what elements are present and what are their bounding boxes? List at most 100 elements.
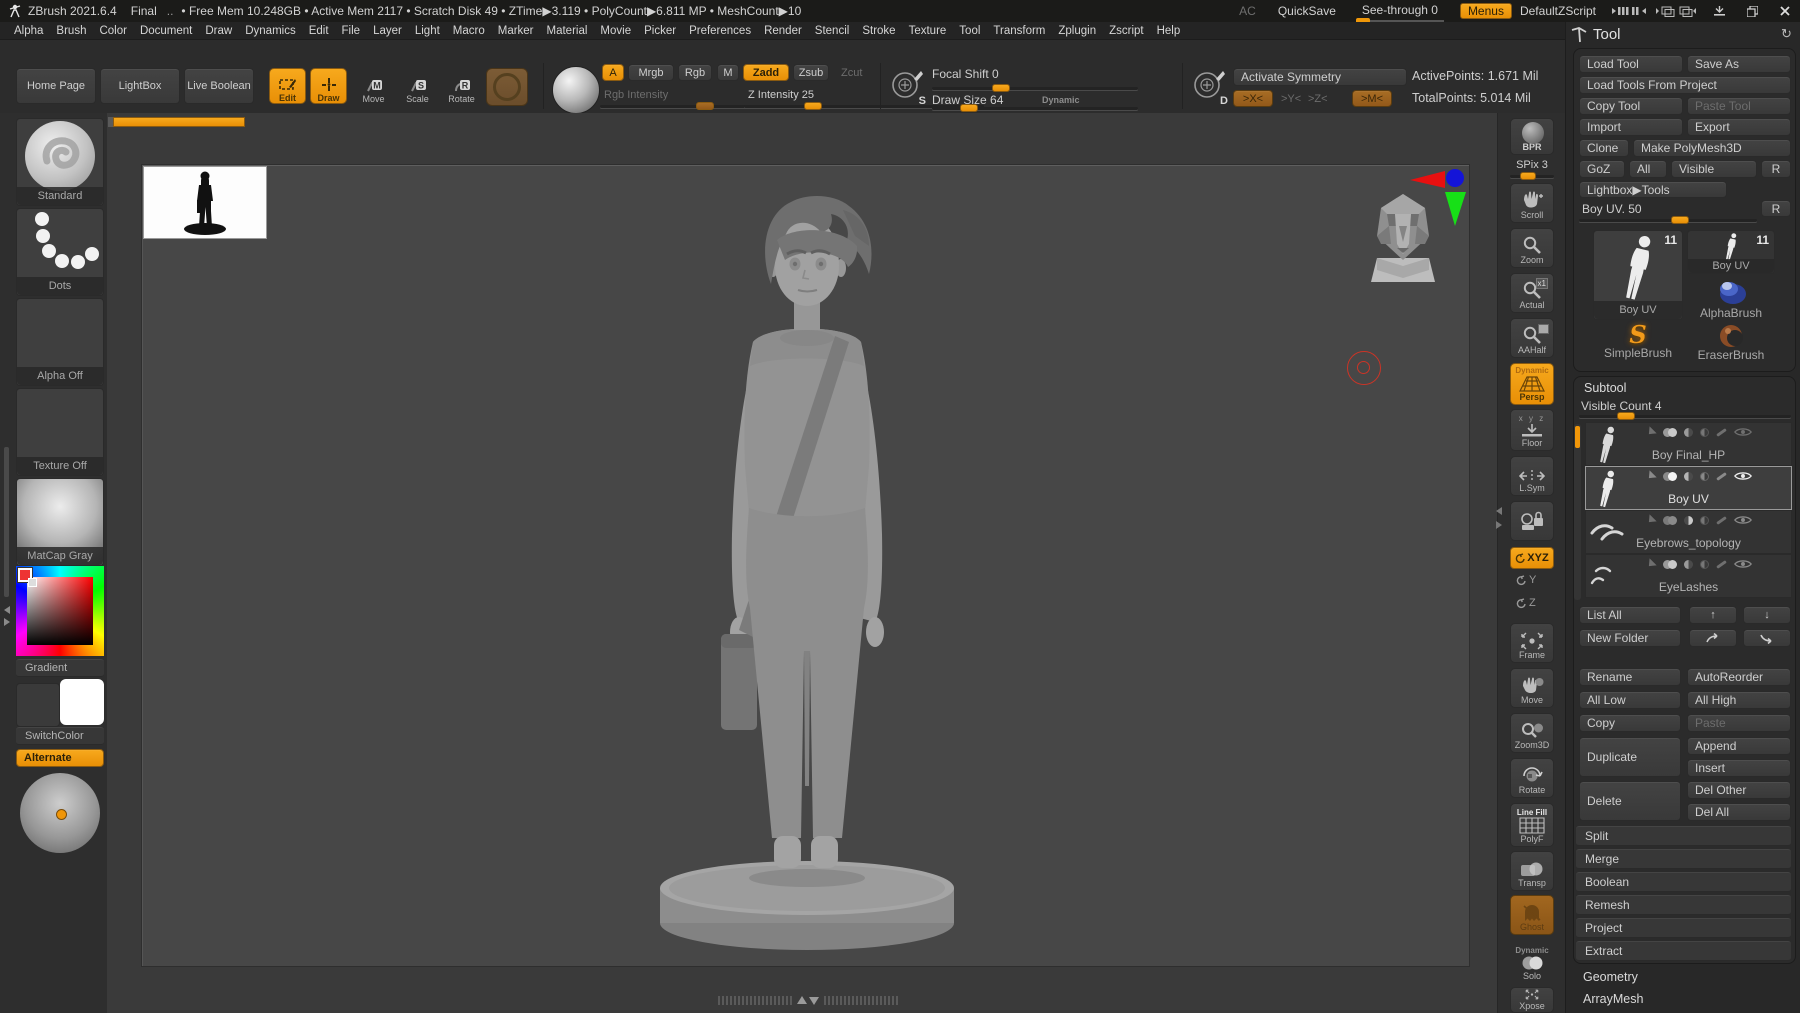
menu-picker[interactable]: Picker	[644, 23, 676, 39]
eye-icon[interactable]	[1734, 559, 1752, 569]
menu-alpha[interactable]: Alpha	[14, 23, 43, 39]
texture-off[interactable]: Texture Off	[16, 388, 104, 476]
sym-m-button[interactable]: >M<	[1352, 90, 1392, 107]
main-color-swatch[interactable]	[16, 683, 60, 727]
divider-panels-icon[interactable]	[1656, 5, 1696, 18]
ghost-button[interactable]: Ghost	[1510, 895, 1554, 935]
move-button[interactable]: M Move	[355, 68, 392, 104]
polypaint-material-button[interactable]	[486, 68, 528, 106]
solo-button[interactable]: Dynamic Solo	[1510, 939, 1554, 983]
list-all-button[interactable]: List All	[1579, 606, 1681, 624]
xpose-button[interactable]: Xpose	[1510, 987, 1554, 1013]
tool-slider-r-button[interactable]: R	[1761, 200, 1791, 217]
new-folder-button[interactable]: New Folder	[1579, 629, 1681, 647]
load-tool-button[interactable]: Load Tool	[1579, 55, 1683, 73]
all-high-button[interactable]: All High	[1687, 691, 1791, 709]
duplicate-button[interactable]: Duplicate	[1579, 737, 1681, 777]
extract-section[interactable]: Extract	[1576, 941, 1791, 961]
aahalf-button[interactable]: AAHalf	[1510, 318, 1554, 358]
menu-document[interactable]: Document	[140, 23, 192, 39]
menu-layer[interactable]: Layer	[373, 23, 402, 39]
subtool-row[interactable]: EyeLashes	[1585, 554, 1792, 598]
eye-icon[interactable]	[1734, 427, 1752, 437]
canvas-bottom-strip-left[interactable]	[718, 996, 792, 1005]
export-button[interactable]: Export	[1687, 118, 1791, 136]
stroke-icon[interactable]: S	[888, 67, 928, 107]
zoom3d-button[interactable]: Zoom3D	[1510, 713, 1554, 753]
polypaint-icon[interactable]	[1663, 559, 1677, 569]
brush-standard[interactable]: Standard	[16, 118, 104, 206]
matcap-gray[interactable]: MatCap Gray	[16, 478, 104, 566]
shrink-icon[interactable]	[1645, 470, 1657, 482]
goz-visible-button[interactable]: Visible	[1671, 160, 1757, 178]
mrgb-button[interactable]: Mrgb	[628, 64, 674, 81]
delete-button[interactable]: Delete	[1579, 781, 1681, 821]
move-up-folder-button[interactable]	[1689, 629, 1737, 647]
menus-button[interactable]: Menus	[1459, 3, 1512, 19]
paint-icon[interactable]	[1716, 559, 1727, 569]
actual-button[interactable]: x1 Actual	[1510, 273, 1554, 313]
uv-icon[interactable]	[1684, 427, 1693, 437]
gradient-label[interactable]: Gradient	[16, 659, 104, 677]
copy-tool-button[interactable]: Copy Tool	[1579, 97, 1683, 115]
arraymesh-section[interactable]: ArrayMesh	[1583, 992, 1643, 1006]
switchcolor-label[interactable]: SwitchColor	[16, 727, 104, 745]
del-other-button[interactable]: Del Other	[1687, 781, 1791, 799]
stroke-dots[interactable]: Dots	[16, 208, 104, 296]
sym-y-button[interactable]: >Y<	[1281, 93, 1301, 105]
menu-file[interactable]: File	[342, 23, 361, 39]
canvas-divider-arrows[interactable]	[796, 995, 820, 1006]
subtool-row-selected[interactable]: Boy UV	[1585, 466, 1792, 510]
camera-lock-button[interactable]	[1510, 501, 1554, 541]
divider-left-icon[interactable]	[1612, 5, 1646, 17]
load-tools-from-project-button[interactable]: Load Tools From Project	[1579, 76, 1791, 94]
alpha-off[interactable]: Alpha Off	[16, 298, 104, 386]
rotate-button[interactable]: R Rotate	[443, 68, 480, 104]
eye-icon[interactable]	[1734, 471, 1752, 481]
menu-render[interactable]: Render	[764, 23, 802, 39]
secondary-color-swatch[interactable]	[60, 679, 104, 725]
bpr-button[interactable]: BPR	[1510, 118, 1554, 155]
left-scrollbar[interactable]	[4, 447, 9, 597]
menu-draw[interactable]: Draw	[205, 23, 232, 39]
menu-stencil[interactable]: Stencil	[815, 23, 850, 39]
move-into-folder-button[interactable]	[1743, 629, 1791, 647]
draw-size-slider[interactable]	[932, 104, 1138, 112]
subtool-down-button[interactable]: ↓	[1743, 606, 1791, 624]
scale-button[interactable]: S Scale	[399, 68, 436, 104]
menu-color[interactable]: Color	[99, 23, 126, 39]
zadd-button[interactable]: Zadd	[743, 64, 789, 81]
rotate-xyz-button[interactable]: XYZ	[1510, 547, 1554, 569]
save-as-button[interactable]: Save As	[1687, 55, 1791, 73]
restore-button[interactable]	[1747, 5, 1758, 17]
canvas-area[interactable]	[107, 113, 1497, 1013]
paint-icon[interactable]	[1716, 515, 1727, 525]
frame-button[interactable]: Frame	[1510, 623, 1554, 663]
paint-icon[interactable]	[1716, 427, 1727, 437]
zoom-button[interactable]: Zoom	[1510, 228, 1554, 268]
lightbox-tools-button[interactable]: Lightbox▶Tools	[1579, 181, 1727, 198]
uv-icon[interactable]	[1684, 559, 1693, 569]
activate-symmetry-button[interactable]: Activate Symmetry	[1233, 68, 1407, 86]
tool-thumb-simplebrush[interactable]: S SimpleBrush	[1593, 323, 1683, 364]
home-page-button[interactable]: Home Page	[16, 68, 96, 104]
contrast-icon[interactable]	[1700, 471, 1709, 481]
menu-zscript[interactable]: Zscript	[1109, 23, 1144, 39]
paint-icon[interactable]	[1716, 471, 1727, 481]
tool-thumb-eraserbrush[interactable]: EraserBrush	[1687, 324, 1775, 364]
tool-thumb-big[interactable]: 11 Boy UV	[1593, 230, 1683, 320]
polypaint-icon[interactable]	[1663, 515, 1677, 525]
a-button[interactable]: A	[602, 64, 624, 81]
menu-macro[interactable]: Macro	[453, 23, 485, 39]
all-low-button[interactable]: All Low	[1579, 691, 1681, 709]
tool-name-slider[interactable]	[1579, 216, 1757, 224]
zsub-button[interactable]: Zsub	[793, 64, 829, 81]
tool-thumb-small[interactable]: 11 Boy UV	[1687, 230, 1775, 274]
move3d-button[interactable]: Move	[1510, 668, 1554, 708]
menu-transform[interactable]: Transform	[993, 23, 1045, 39]
transp-button[interactable]: Transp	[1510, 851, 1554, 891]
make-polymesh3d-button[interactable]: Make PolyMesh3D	[1633, 139, 1791, 157]
polypaint-icon[interactable]	[1663, 471, 1677, 481]
default-zscript-button[interactable]: DefaultZScript	[1520, 4, 1596, 18]
close-button[interactable]	[1780, 6, 1790, 16]
